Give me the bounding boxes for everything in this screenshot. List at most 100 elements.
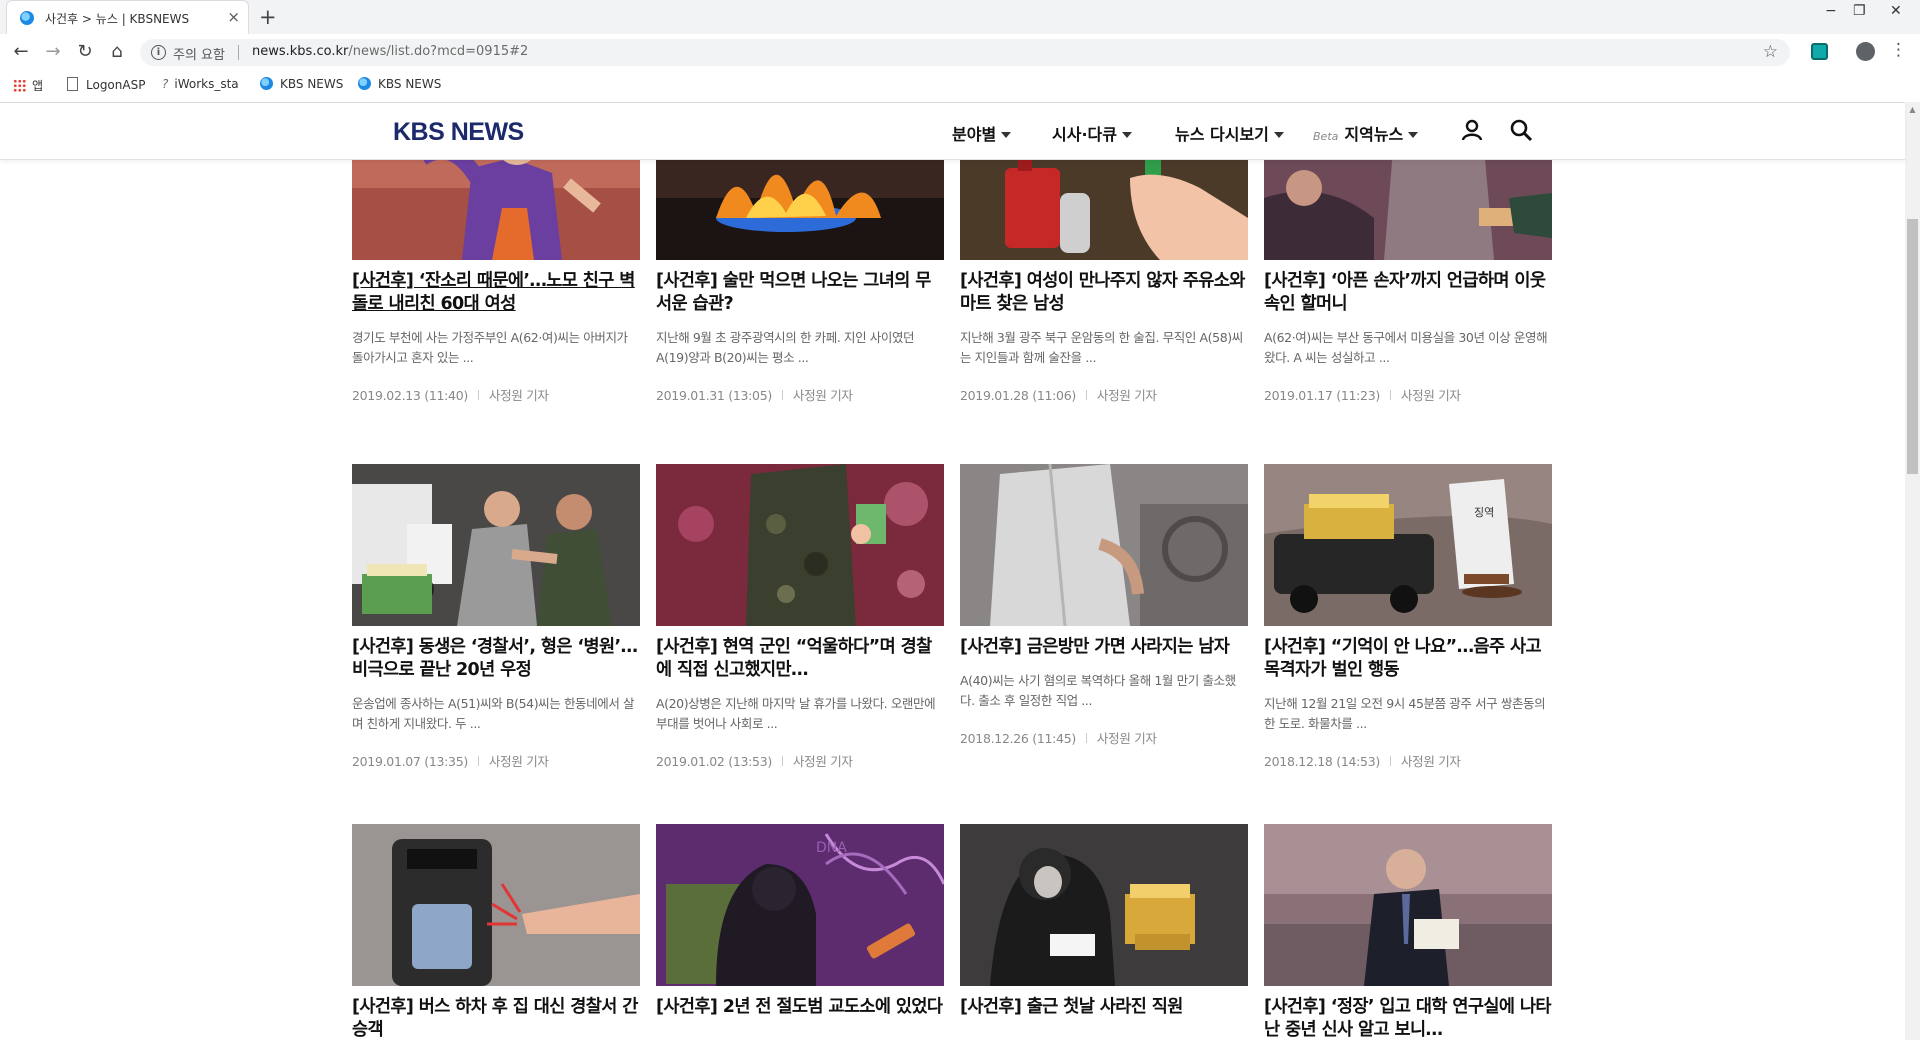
article-summary: 경기도 부천에 사는 가정주부인 A(62·여)씨는 아버지가 돌아가시고 혼자… xyxy=(352,330,628,365)
restore-button[interactable]: ❐ xyxy=(1853,3,1866,19)
close-window-button[interactable]: ✕ xyxy=(1890,3,1902,19)
extension-icon[interactable] xyxy=(1811,43,1828,60)
thumbnail-text: DNA xyxy=(816,840,847,856)
article-card[interactable]: [사건후] 현역 군인 “억울하다”며 경찰에 직접 신고했지만… A(20)상… xyxy=(656,464,944,770)
article-reporter: 사정원 기자 xyxy=(792,754,853,769)
info-icon[interactable]: i xyxy=(151,45,166,60)
security-warning: 주의 요함 xyxy=(173,48,225,63)
article-title[interactable]: [사건후] 출근 첫날 사라진 직원 xyxy=(960,996,1248,1019)
bookmark-logonasp[interactable]: LogonASP xyxy=(67,77,145,92)
article-thumbnail[interactable] xyxy=(960,824,1248,986)
nav-category[interactable]: 분야별 xyxy=(952,121,1012,145)
article-date: 2019.02.13 (11:40) xyxy=(352,388,468,403)
article-thumbnail[interactable] xyxy=(960,158,1248,260)
browser-tab[interactable]: 사건후 > 뉴스 | KBSNEWS × xyxy=(6,0,249,34)
article-list: [사건후] ‘잔소리 때문에’…노모 친구 벽돌로 내리친 60대 여성 경기도… xyxy=(0,158,1905,1040)
address-bar[interactable]: i 주의 요함 news.kbs.co.kr/news/list.do?mcd=… xyxy=(140,39,1790,66)
article-meta: 2019.01.31 (13:05) 사정원 기자 xyxy=(656,385,944,404)
article-card[interactable]: 징역 [사건후] “기억이 안 나요”…음주 사고 목격자가 벌인 행동 지난해… xyxy=(1264,464,1552,770)
article-reporter: 사정원 기자 xyxy=(1096,731,1157,746)
nav-news-replay[interactable]: 뉴스 다시보기 xyxy=(1175,121,1284,145)
article-date: 2018.12.26 (11:45) xyxy=(960,731,1076,746)
article-date: 2019.01.28 (11:06) xyxy=(960,388,1076,403)
article-thumbnail[interactable] xyxy=(352,464,640,626)
article-card[interactable]: [사건후] 동생은 ‘경찰서’, 형은 ‘병원’…비극으로 끝난 20년 우정 … xyxy=(352,464,640,770)
article-title[interactable]: [사건후] ‘아픈 손자’까지 언급하며 이웃 속인 할머니 xyxy=(1264,270,1552,316)
tab-close-icon[interactable]: × xyxy=(227,8,240,26)
bookmark-iworks[interactable]: ? iWorks_sta xyxy=(162,77,239,91)
url-text[interactable]: news.kbs.co.kr/news/list.do?mcd=0915#2 xyxy=(252,44,528,59)
article-meta: 2018.12.18 (14:53) 사정원 기자 xyxy=(1264,751,1552,770)
leaf-icon: ? xyxy=(162,77,169,91)
article-meta: 2018.12.26 (11:45) 사정원 기자 xyxy=(960,728,1248,747)
browser-toolbar: ← → ↻ ⌂ i 주의 요함 news.kbs.co.kr/news/list… xyxy=(0,34,1920,71)
article-card[interactable]: [사건후] ‘아픈 손자’까지 언급하며 이웃 속인 할머니 A(62·여)씨는… xyxy=(1264,158,1552,404)
article-card[interactable]: [사건후] 금은방만 가면 사라지는 남자 A(40)씨는 사기 혐의로 복역하… xyxy=(960,464,1248,747)
caret-down-icon xyxy=(1121,132,1132,138)
back-button[interactable]: ← xyxy=(9,40,33,64)
article-title[interactable]: [사건후] ‘정장’ 입고 대학 연구실에 나타난 중년 신사 알고 보니… xyxy=(1264,996,1552,1040)
article-title[interactable]: [사건후] 동생은 ‘경찰서’, 형은 ‘병원’…비극으로 끝난 20년 우정 xyxy=(352,636,640,682)
article-date: 2019.01.31 (13:05) xyxy=(656,388,772,403)
article-meta: 2019.01.28 (11:06) 사정원 기자 xyxy=(960,385,1248,404)
divider xyxy=(238,45,239,60)
bookmark-kbs-news-1[interactable]: KBS NEWS xyxy=(260,77,343,91)
caret-down-icon xyxy=(1001,132,1012,138)
bookmark-apps[interactable]: 앱 xyxy=(13,77,43,94)
article-summary: A(20)상병은 지난해 마지막 날 휴가를 나왔다. 오랜만에 부대를 벗어나… xyxy=(656,696,936,731)
article-thumbnail[interactable] xyxy=(1264,824,1552,986)
article-summary: A(40)씨는 사기 혐의로 복역하다 올해 1월 만기 출소했다. 출소 후 … xyxy=(960,673,1236,708)
search-icon[interactable] xyxy=(1509,118,1533,142)
article-card[interactable]: [사건후] ‘정장’ 입고 대학 연구실에 나타난 중년 신사 알고 보니… xyxy=(1264,824,1552,1040)
article-title[interactable]: [사건후] 여성이 만나주지 않자 주유소와 마트 찾은 남성 xyxy=(960,270,1248,316)
user-icon[interactable] xyxy=(1460,118,1484,142)
thumbnail-text: 징역 xyxy=(1474,506,1494,519)
article-title[interactable]: [사건후] 술만 먹으면 나오는 그녀의 무서운 습관? xyxy=(656,270,944,316)
kbs-favicon-icon xyxy=(20,11,34,25)
apps-icon xyxy=(13,79,26,92)
article-thumbnail[interactable] xyxy=(656,464,944,626)
site-header: KBS NEWS 분야별 시사·다큐 뉴스 다시보기 Beta 지역뉴스 xyxy=(0,102,1905,160)
article-card[interactable]: DNA [사건후] 2년 전 절도범 교도소에 있었다 xyxy=(656,824,944,1019)
article-card[interactable]: [사건후] 여성이 만나주지 않자 주유소와 마트 찾은 남성 지난해 3월 광… xyxy=(960,158,1248,404)
forward-button[interactable]: → xyxy=(41,40,65,64)
browser-tabstrip: 사건후 > 뉴스 | KBSNEWS × + − ❐ ✕ xyxy=(0,0,1920,34)
kbs-news-logo[interactable]: KBS NEWS xyxy=(393,118,524,147)
bookmark-kbs-news-2[interactable]: KBS NEWS xyxy=(358,77,441,91)
article-title[interactable]: [사건후] 금은방만 가면 사라지는 남자 xyxy=(960,636,1248,659)
article-title[interactable]: [사건후] ‘잔소리 때문에’…노모 친구 벽돌로 내리친 60대 여성 xyxy=(352,270,640,316)
profile-icon[interactable] xyxy=(1856,42,1875,61)
new-tab-button[interactable]: + xyxy=(259,5,277,29)
home-button[interactable]: ⌂ xyxy=(105,40,129,64)
article-thumbnail[interactable] xyxy=(960,464,1248,626)
article-thumbnail[interactable] xyxy=(656,158,944,260)
article-title[interactable]: [사건후] 버스 하차 후 집 대신 경찰서 간 승객 xyxy=(352,996,640,1040)
article-reporter: 사정원 기자 xyxy=(1400,754,1461,769)
scroll-up-icon[interactable]: ▲ xyxy=(1905,102,1920,117)
minimize-button[interactable]: − xyxy=(1825,3,1837,19)
nav-regional-news[interactable]: Beta 지역뉴스 xyxy=(1313,121,1419,145)
article-card[interactable]: [사건후] 출근 첫날 사라진 직원 xyxy=(960,824,1248,1019)
scrollbar[interactable]: ▲ xyxy=(1905,102,1920,1040)
article-card[interactable]: [사건후] 버스 하차 후 집 대신 경찰서 간 승객 xyxy=(352,824,640,1040)
reload-button[interactable]: ↻ xyxy=(73,40,97,64)
article-summary: 지난해 12월 21일 오전 9시 45분쯤 광주 서구 쌍촌동의 한 도로. … xyxy=(1264,696,1546,731)
caret-down-icon xyxy=(1273,132,1284,138)
bookmark-star-icon[interactable]: ☆ xyxy=(1763,42,1778,62)
article-card[interactable]: [사건후] ‘잔소리 때문에’…노모 친구 벽돌로 내리친 60대 여성 경기도… xyxy=(352,158,640,404)
article-thumbnail[interactable] xyxy=(352,824,640,986)
article-thumbnail[interactable]: 징역 xyxy=(1264,464,1552,626)
article-title[interactable]: [사건후] “기억이 안 나요”…음주 사고 목격자가 벌인 행동 xyxy=(1264,636,1552,682)
article-thumbnail[interactable]: DNA xyxy=(656,824,944,986)
scrollbar-thumb[interactable] xyxy=(1907,219,1918,474)
article-reporter: 사정원 기자 xyxy=(488,388,549,403)
article-title[interactable]: [사건후] 2년 전 절도범 교도소에 있었다 xyxy=(656,996,944,1019)
article-reporter: 사정원 기자 xyxy=(488,754,549,769)
article-thumbnail[interactable] xyxy=(352,158,640,260)
nav-current-affairs[interactable]: 시사·다큐 xyxy=(1052,121,1132,145)
article-title[interactable]: [사건후] 현역 군인 “억울하다”며 경찰에 직접 신고했지만… xyxy=(656,636,944,682)
article-summary: 지난해 3월 광주 북구 운암동의 한 술집. 무직인 A(58)씨는 지인들과… xyxy=(960,330,1243,365)
article-thumbnail[interactable] xyxy=(1264,158,1552,260)
article-card[interactable]: [사건후] 술만 먹으면 나오는 그녀의 무서운 습관? 지난해 9월 초 광주… xyxy=(656,158,944,404)
menu-dots-icon[interactable]: ⋮ xyxy=(1890,40,1907,60)
